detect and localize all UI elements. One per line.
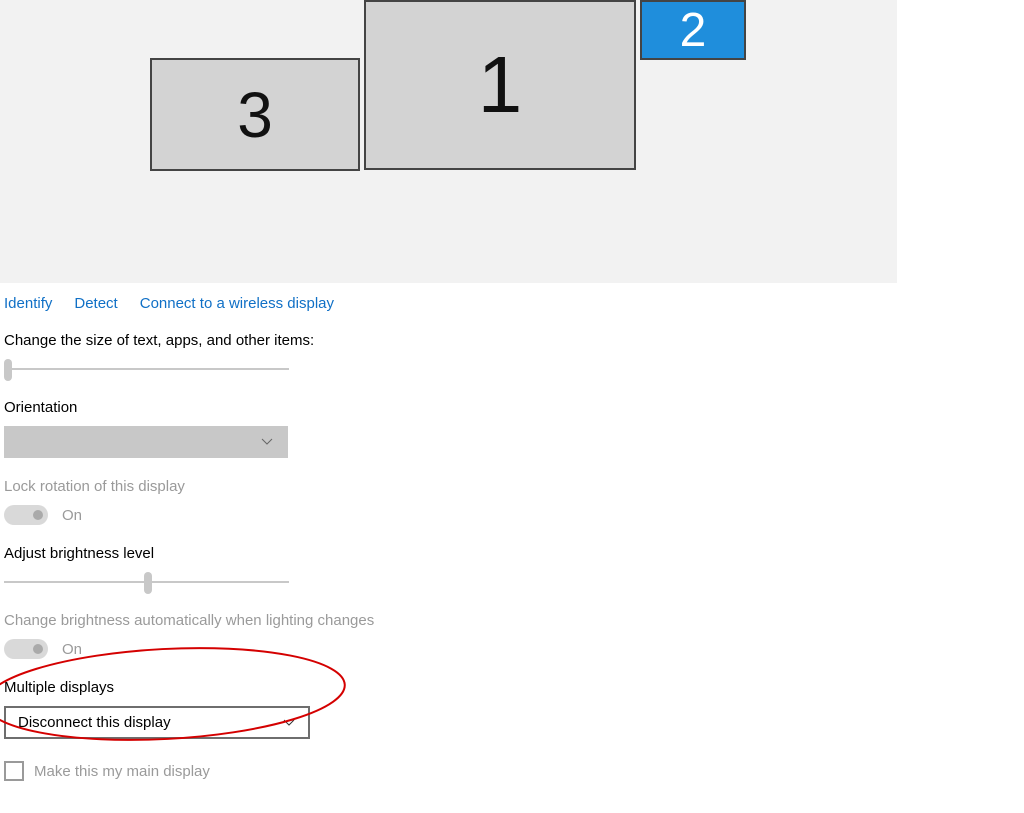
slider-thumb[interactable] <box>4 359 12 381</box>
orientation-label: Orientation <box>4 399 1020 416</box>
main-display-label: Make this my main display <box>34 763 210 780</box>
multiple-displays-label: Multiple displays <box>4 679 1020 696</box>
multiple-displays-section: Multiple displays Disconnect this displa… <box>0 659 1024 739</box>
lock-rotation-section: Lock rotation of this display On <box>0 458 1024 525</box>
scale-slider[interactable] <box>4 359 289 379</box>
auto-brightness-section: Change brightness automatically when lig… <box>0 592 1024 659</box>
orientation-dropdown[interactable] <box>4 426 288 458</box>
toggle-knob <box>33 510 43 520</box>
display-number: 1 <box>478 39 523 131</box>
display-number: 2 <box>680 3 707 58</box>
auto-brightness-status: On <box>62 641 82 658</box>
display-number: 3 <box>237 78 273 152</box>
main-display-row: Make this my main display <box>0 739 1024 781</box>
scale-label: Change the size of text, apps, and other… <box>4 332 1020 349</box>
display-arrangement-panel[interactable]: 1 2 3 <box>0 0 897 283</box>
chevron-down-icon <box>260 435 274 449</box>
lock-rotation-status: On <box>62 507 82 524</box>
display-links-row: Identify Detect Connect to a wireless di… <box>0 283 1024 312</box>
main-display-checkbox <box>4 761 24 781</box>
display-tile-1[interactable]: 1 <box>364 0 636 170</box>
scale-section: Change the size of text, apps, and other… <box>0 312 1024 379</box>
auto-brightness-label: Change brightness automatically when lig… <box>4 612 1020 629</box>
slider-thumb[interactable] <box>144 572 152 594</box>
detect-link[interactable]: Detect <box>74 295 117 312</box>
multiple-displays-dropdown[interactable]: Disconnect this display <box>4 706 310 739</box>
display-tile-3[interactable]: 3 <box>150 58 360 171</box>
chevron-down-icon <box>282 716 296 730</box>
auto-brightness-toggle <box>4 639 48 659</box>
multiple-displays-selected: Disconnect this display <box>18 714 171 731</box>
display-tile-2[interactable]: 2 <box>640 0 746 60</box>
lock-rotation-label: Lock rotation of this display <box>4 478 1020 495</box>
toggle-knob <box>33 644 43 654</box>
lock-rotation-toggle <box>4 505 48 525</box>
brightness-slider[interactable] <box>4 572 289 592</box>
slider-track <box>4 368 289 370</box>
identify-link[interactable]: Identify <box>4 295 52 312</box>
brightness-section: Adjust brightness level <box>0 525 1024 592</box>
brightness-label: Adjust brightness level <box>4 545 1020 562</box>
connect-wireless-link[interactable]: Connect to a wireless display <box>140 295 334 312</box>
orientation-section: Orientation <box>0 379 1024 458</box>
